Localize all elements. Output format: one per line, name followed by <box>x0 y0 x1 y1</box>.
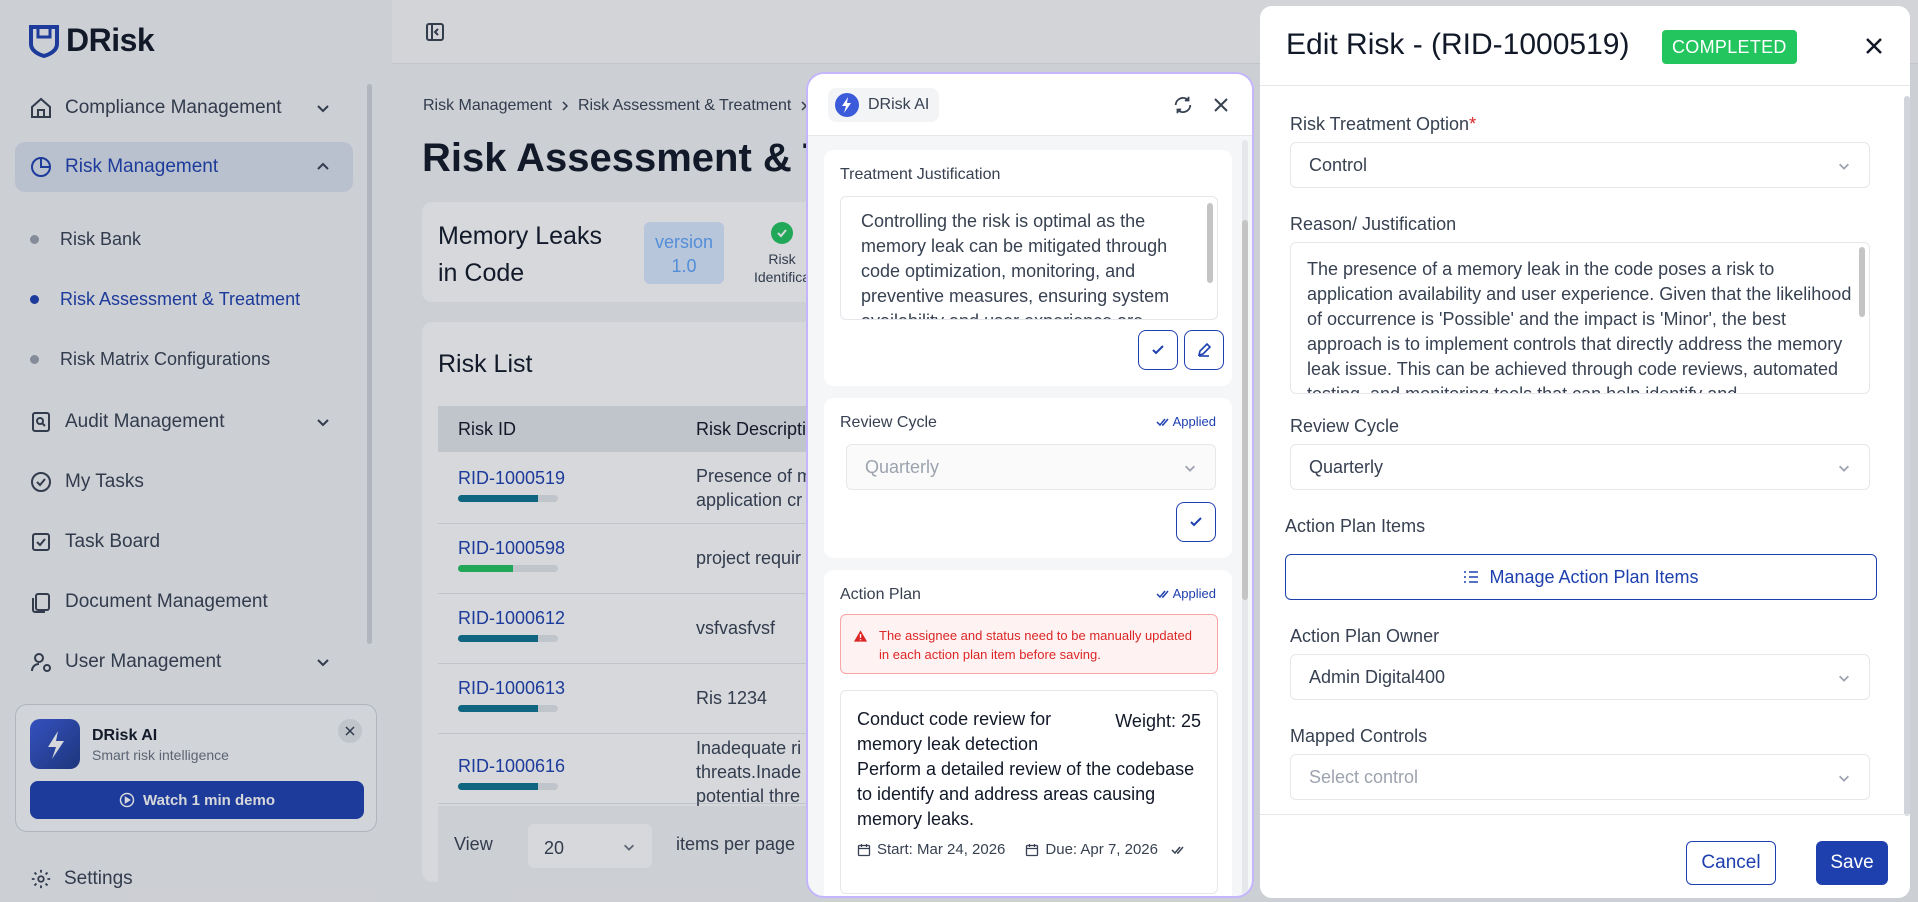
applied-badge: Applied <box>1156 586 1216 601</box>
ai-review-label: Review Cycle <box>840 414 937 431</box>
save-button[interactable]: Save <box>1816 841 1888 885</box>
ai-action-plan-card: Action Plan Applied The assignee and sta… <box>824 570 1232 896</box>
action-plan-owner-select[interactable]: Admin Digital400 <box>1290 654 1870 700</box>
close-icon[interactable] <box>1864 36 1884 56</box>
edit-panel-scrollbar[interactable] <box>1904 96 1910 816</box>
ai-review-select[interactable]: Quarterly <box>846 444 1216 490</box>
chevron-down-icon <box>1839 163 1849 170</box>
double-check-icon <box>1156 418 1169 426</box>
chevron-down-icon <box>1185 465 1195 472</box>
action-plan-items-label: Action Plan Items <box>1285 516 1426 536</box>
accept-review-button[interactable] <box>1176 502 1216 542</box>
list-icon <box>1464 571 1479 583</box>
ai-panel-header: DRisk AI <box>808 74 1252 136</box>
check-icon <box>1152 345 1164 355</box>
plan-item-description: Perform a detailed review of the codebas… <box>857 759 1195 829</box>
reason-textarea[interactable]: The presence of a memory leak in the cod… <box>1290 242 1870 394</box>
review-cycle-label: Review Cycle <box>1290 416 1400 436</box>
plan-item-dates: Start: Mar 24, 2026 Due: Apr 7, 2026 <box>857 841 1186 858</box>
cancel-button[interactable]: Cancel <box>1686 841 1776 885</box>
manage-action-plan-button[interactable]: Manage Action Plan Items <box>1285 554 1877 600</box>
ai-action-plan-label: Action Plan <box>840 586 921 603</box>
treatment-option-label: Risk Treatment Option* <box>1290 114 1477 134</box>
reason-label: Reason/ Justification <box>1290 214 1457 234</box>
action-plan-warning: The assignee and status need to be manua… <box>840 614 1218 674</box>
applied-badge: Applied <box>1156 414 1216 429</box>
ai-panel-title: DRisk AI <box>828 88 940 122</box>
warning-icon <box>853 630 868 642</box>
ai-treatment-text: Controlling the risk is optimal as the m… <box>840 196 1218 320</box>
action-plan-owner-label: Action Plan Owner <box>1290 626 1440 646</box>
edit-risk-panel: Edit Risk - (RID-1000519) COMPLETED Risk… <box>1260 6 1910 898</box>
mapped-controls-label: Mapped Controls <box>1290 726 1428 746</box>
treatment-option-select[interactable]: Control <box>1290 142 1870 188</box>
ai-review-card: Review Cycle Applied Quarterly <box>824 398 1232 558</box>
edit-panel-footer: Cancel Save <box>1260 814 1910 898</box>
mapped-controls-select[interactable]: Select control <box>1290 754 1870 800</box>
plan-item-weight: Weight: 25 <box>1115 711 1201 731</box>
ai-panel-scrollbar[interactable] <box>1242 140 1248 896</box>
calendar-icon <box>857 843 871 856</box>
chevron-down-icon <box>1839 775 1849 782</box>
chevron-down-icon <box>1839 465 1849 472</box>
plan-item-title: Conduct code review for memory leak dete… <box>857 709 1052 754</box>
check-icon <box>1190 517 1202 527</box>
calendar-icon <box>1026 843 1039 856</box>
close-icon[interactable] <box>1212 96 1230 114</box>
double-check-icon <box>1171 846 1184 854</box>
edit-risk-title: Edit Risk - (RID-1000519) <box>1286 28 1630 61</box>
refresh-icon[interactable] <box>1172 94 1194 116</box>
status-badge: COMPLETED <box>1662 30 1797 64</box>
edit-risk-header: Edit Risk - (RID-1000519) COMPLETED <box>1260 6 1910 86</box>
action-plan-item[interactable]: Conduct code review for memory leak dete… <box>840 690 1218 894</box>
chevron-down-icon <box>1839 675 1849 682</box>
ai-assistant-panel: DRisk AI Treatment Justification Control… <box>806 72 1254 898</box>
pencil-icon <box>1197 342 1212 357</box>
lightning-icon <box>835 93 859 117</box>
edit-treatment-button[interactable] <box>1184 330 1224 370</box>
double-check-icon <box>1156 590 1169 598</box>
review-cycle-select[interactable]: Quarterly <box>1290 444 1870 490</box>
ai-treatment-card: Treatment Justification Controlling the … <box>824 150 1232 386</box>
ai-treatment-label: Treatment Justification <box>840 166 1001 183</box>
accept-treatment-button[interactable] <box>1138 330 1178 370</box>
